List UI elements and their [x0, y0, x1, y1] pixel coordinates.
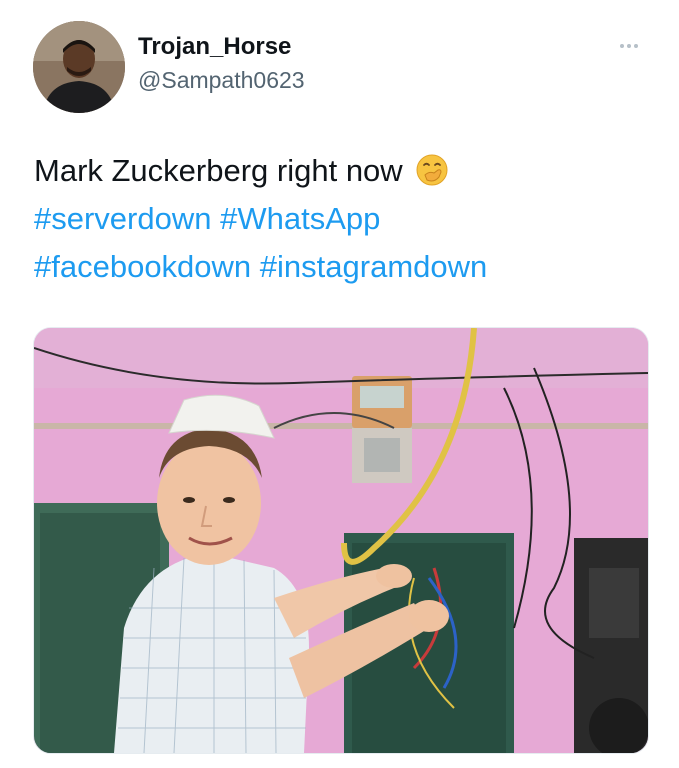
- more-dot-icon: [634, 44, 638, 48]
- user-handle[interactable]: @Sampath0623: [138, 64, 305, 96]
- hashtag-link[interactable]: #WhatsApp: [220, 201, 380, 236]
- face-with-hand-over-mouth-icon: [415, 153, 449, 187]
- display-name[interactable]: Trojan_Horse: [138, 32, 305, 62]
- user-info[interactable]: Trojan_Horse @Sampath0623: [138, 32, 305, 96]
- hashtag-link[interactable]: #facebookdown: [34, 249, 251, 284]
- tweet-text: Mark Zuckerberg right now #serverdown #W…: [34, 147, 654, 291]
- more-options-button[interactable]: [615, 36, 643, 56]
- tweet-card: Trojan_Horse @Sampath0623 Mark Zuckerber…: [0, 0, 679, 768]
- photo-illustration: [34, 328, 648, 753]
- more-dot-icon: [627, 44, 631, 48]
- avatar[interactable]: [33, 21, 125, 113]
- tweet-body: Mark Zuckerberg right now: [34, 153, 403, 188]
- hashtag-link[interactable]: #serverdown: [34, 201, 211, 236]
- tweet-photo[interactable]: [33, 327, 649, 754]
- hashtag-link[interactable]: #instagramdown: [260, 249, 487, 284]
- more-dot-icon: [620, 44, 624, 48]
